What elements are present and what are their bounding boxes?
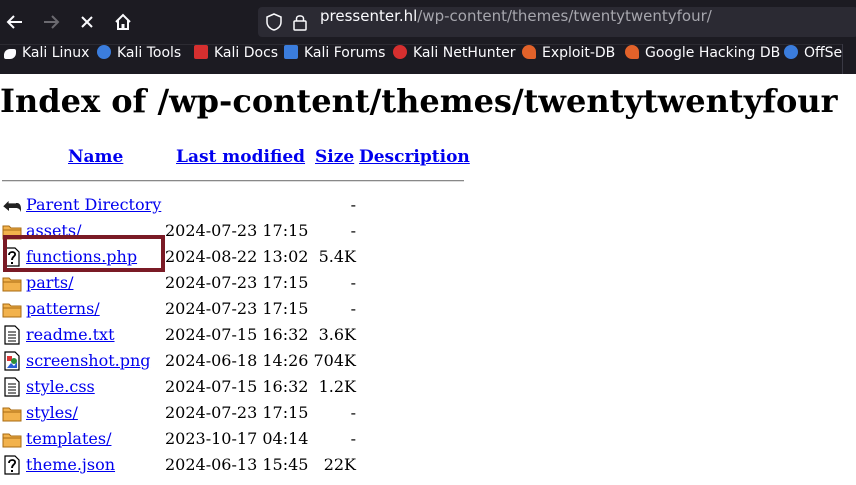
bookmarks-overflow[interactable] bbox=[842, 44, 856, 74]
bookmark-kali-linux[interactable]: Kali Linux bbox=[4, 45, 89, 75]
bookmark-label: Kali NetHunter bbox=[413, 45, 516, 61]
unknown-file-icon bbox=[4, 455, 20, 475]
browser-toolbar: pressenter.hl/wp-content/themes/twentytw… bbox=[0, 0, 856, 44]
home-button[interactable] bbox=[108, 7, 138, 37]
file-link[interactable]: readme.txt bbox=[26, 322, 115, 348]
highlight-box bbox=[3, 235, 165, 272]
row-date: 2024-07-23 17:15 bbox=[165, 273, 309, 292]
bookmark-exploit-db[interactable]: Exploit-DB bbox=[522, 45, 615, 75]
text-file-icon bbox=[4, 377, 20, 397]
kali-tools-icon bbox=[97, 45, 111, 59]
kali-docs-icon bbox=[194, 45, 208, 59]
row-size: 3.6K bbox=[318, 325, 356, 344]
table-row: Parent Directory - bbox=[0, 192, 470, 218]
row-size: - bbox=[350, 221, 356, 240]
stop-button[interactable] bbox=[72, 7, 102, 37]
row-date: 2024-07-23 17:15 bbox=[165, 221, 309, 240]
file-link[interactable]: patterns/ bbox=[26, 296, 100, 322]
header-divider bbox=[2, 180, 464, 182]
stop-x-icon bbox=[81, 16, 93, 28]
bookmark-label: Google Hacking DB bbox=[645, 45, 781, 61]
folder-icon bbox=[2, 433, 22, 448]
file-link[interactable]: styles/ bbox=[26, 400, 78, 426]
back-arrow-icon bbox=[6, 15, 22, 29]
table-row: screenshot.png 2024-06-18 14:26 704K bbox=[0, 348, 470, 374]
back-button[interactable] bbox=[0, 7, 30, 37]
row-date: 2024-06-18 14:26 bbox=[165, 351, 309, 370]
file-link[interactable]: theme.json bbox=[26, 452, 115, 478]
bookmark-label: Exploit-DB bbox=[542, 45, 616, 61]
row-size: 5.4K bbox=[318, 247, 356, 266]
text-file-icon bbox=[4, 325, 20, 345]
row-size: - bbox=[350, 195, 356, 214]
url-bar[interactable]: pressenter.hl/wp-content/themes/twentytw… bbox=[258, 7, 856, 37]
bookmark-kali-tools[interactable]: Kali Tools bbox=[97, 45, 181, 75]
forward-button[interactable] bbox=[36, 7, 66, 37]
parent-directory-icon bbox=[2, 199, 21, 212]
offsec-icon bbox=[784, 45, 798, 59]
bookmark-offsec[interactable]: OffSec bbox=[784, 45, 850, 75]
row-date: 2024-06-13 15:45 bbox=[165, 455, 309, 474]
ghdb-icon bbox=[625, 45, 639, 59]
folder-icon bbox=[2, 277, 22, 292]
forward-arrow-icon bbox=[44, 15, 60, 29]
bookmark-label: Kali Forums bbox=[304, 45, 386, 61]
table-row: readme.txt 2024-07-15 16:32 3.6K bbox=[0, 322, 470, 348]
exploit-db-icon bbox=[522, 45, 536, 59]
url-path: /wp-content/themes/twentytwentyfour/ bbox=[417, 7, 712, 25]
column-header-last-modified[interactable]: Last modified bbox=[176, 147, 305, 167]
file-link[interactable]: Parent Directory bbox=[26, 192, 161, 218]
row-date: 2024-07-15 16:32 bbox=[165, 377, 309, 396]
bookmark-label: Kali Linux bbox=[22, 45, 90, 61]
lock-icon[interactable] bbox=[292, 13, 308, 31]
folder-icon bbox=[2, 407, 22, 422]
table-row: styles/ 2024-07-23 17:15 - bbox=[0, 400, 470, 426]
kali-dragon-icon bbox=[4, 49, 16, 59]
table-row: parts/ 2024-07-23 17:15 - bbox=[0, 270, 470, 296]
row-date: 2024-08-22 13:02 bbox=[165, 247, 309, 266]
row-size: - bbox=[350, 403, 356, 422]
row-date: 2023-10-17 04:14 bbox=[165, 429, 309, 448]
column-header-name[interactable]: Name bbox=[68, 147, 123, 167]
file-link[interactable]: parts/ bbox=[26, 270, 73, 296]
row-size: 1.2K bbox=[318, 377, 356, 396]
row-size: 22K bbox=[323, 455, 356, 474]
bookmark-kali-nethunter[interactable]: Kali NetHunter bbox=[393, 45, 515, 75]
home-icon bbox=[115, 13, 131, 30]
file-link[interactable]: screenshot.png bbox=[26, 348, 151, 374]
url-host: pressenter.hl bbox=[320, 7, 418, 25]
image-file-icon bbox=[4, 351, 20, 371]
page-title: Index of /wp-content/themes/twentytwenty… bbox=[0, 82, 838, 120]
row-size: - bbox=[350, 299, 356, 318]
bookmark-label: Kali Tools bbox=[117, 45, 182, 61]
kali-forums-icon bbox=[284, 45, 298, 59]
row-size: - bbox=[350, 273, 356, 292]
table-row: templates/ 2023-10-17 04:14 - bbox=[0, 426, 470, 452]
column-header-description[interactable]: Description bbox=[359, 147, 470, 167]
row-date: 2024-07-23 17:15 bbox=[165, 403, 309, 422]
table-row: theme.json 2024-06-13 15:45 22K bbox=[0, 452, 470, 478]
table-row: patterns/ 2024-07-23 17:15 - bbox=[0, 296, 470, 322]
table-row: style.css 2024-07-15 16:32 1.2K bbox=[0, 374, 470, 400]
kali-nethunter-icon bbox=[393, 45, 407, 59]
file-link[interactable]: templates/ bbox=[26, 426, 111, 452]
row-size: 704K bbox=[313, 351, 357, 370]
row-date: 2024-07-15 16:32 bbox=[165, 325, 309, 344]
bookmark-label: Kali Docs bbox=[214, 45, 279, 61]
file-link[interactable]: style.css bbox=[26, 374, 95, 400]
tracking-shield-icon[interactable] bbox=[266, 13, 282, 31]
column-header-size[interactable]: Size bbox=[315, 147, 354, 167]
bookmarks-bar: Kali Linux Kali Tools Kali Docs Kali For… bbox=[0, 44, 856, 74]
bookmark-ghdb[interactable]: Google Hacking DB bbox=[625, 45, 780, 75]
bookmark-kali-forums[interactable]: Kali Forums bbox=[284, 45, 385, 75]
folder-icon bbox=[2, 303, 22, 318]
row-date: 2024-07-23 17:15 bbox=[165, 299, 309, 318]
row-size: - bbox=[350, 429, 356, 448]
url-text[interactable]: pressenter.hl/wp-content/themes/twentytw… bbox=[320, 7, 712, 25]
bookmark-kali-docs[interactable]: Kali Docs bbox=[194, 45, 278, 75]
